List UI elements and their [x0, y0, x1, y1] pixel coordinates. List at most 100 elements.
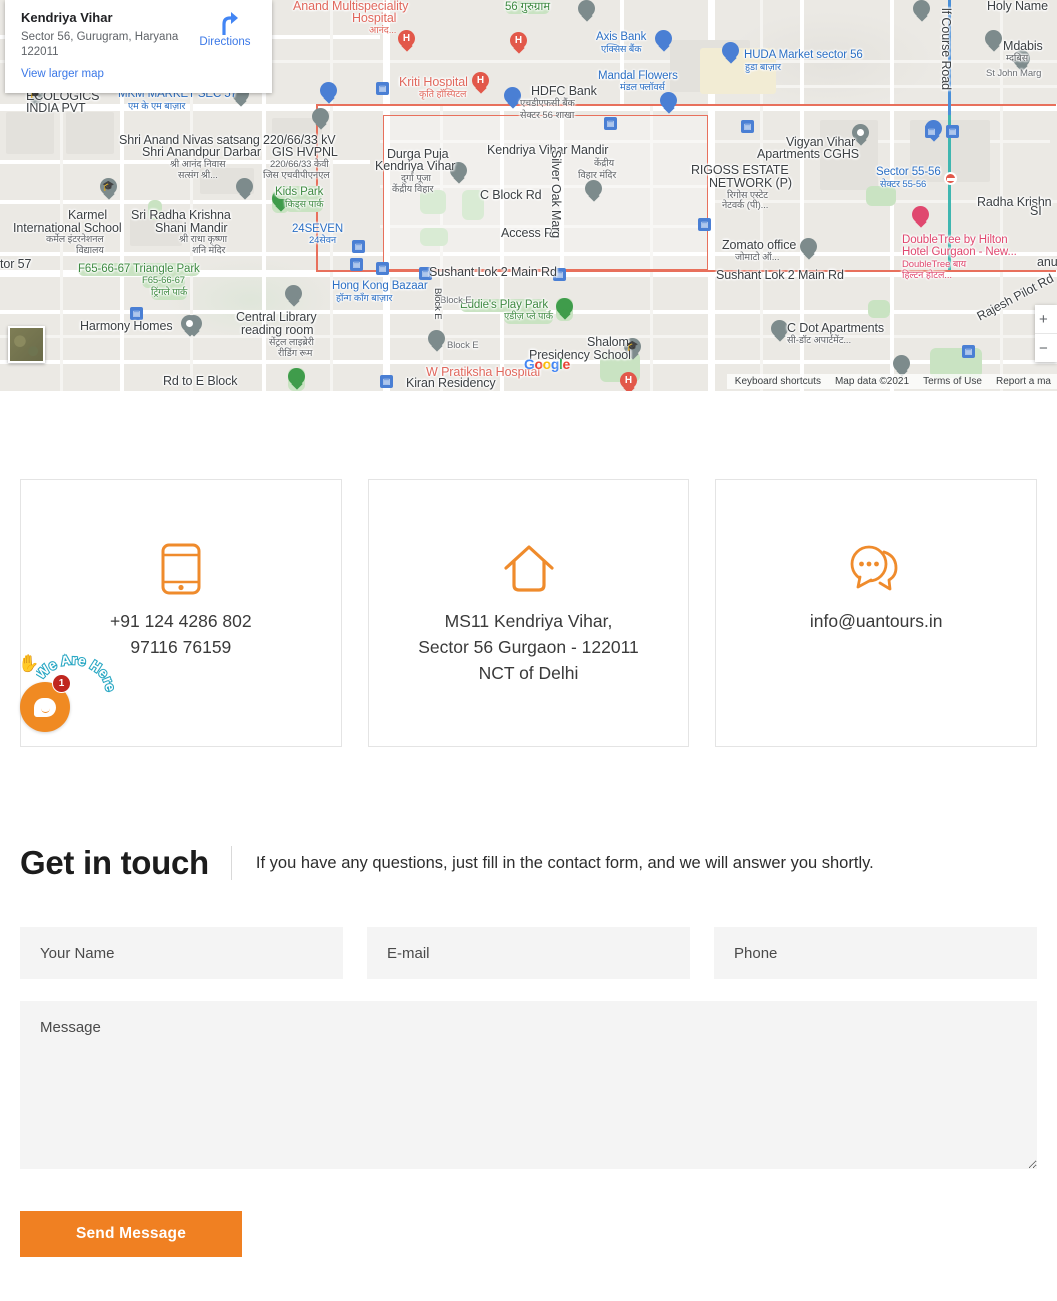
map-label: सत्संग श्री...: [178, 170, 218, 181]
directions-label: Directions: [199, 36, 251, 48]
directions-button[interactable]: Directions: [190, 10, 260, 48]
map-label: Block E: [447, 340, 479, 351]
map-label: मंडल फ्लॉवर्स: [620, 82, 665, 93]
map-container[interactable]: 🎓 H H H 🎓 🎓 H ▤ ▤ ▤ ▤ ▤ ▤ ▤ ▤ ▤ ▤ ▤ ▤ ▤ …: [0, 0, 1057, 391]
map-label: Karmel: [68, 208, 107, 222]
map-label: 24SEVEN: [292, 223, 344, 235]
zoom-in-button[interactable]: +: [1035, 305, 1057, 333]
map-pin-mkm-market[interactable]: [320, 82, 337, 105]
contact-form[interactable]: Send Message: [0, 927, 1057, 1257]
map-pin-hdfc-bank[interactable]: [504, 87, 521, 110]
map-label: GIS HVPNL: [272, 145, 338, 159]
map-pin-misc-5[interactable]: [913, 0, 930, 23]
map-label: Rd to E Block: [163, 374, 238, 388]
map-bus-stop-6[interactable]: ▤: [698, 218, 711, 231]
map-pin-kriti-hospital[interactable]: H: [472, 72, 489, 95]
map-label: हिल्टन होटल...: [902, 270, 952, 281]
report-map-error-link[interactable]: Report a ma: [996, 376, 1051, 387]
map-pin-misc-6[interactable]: [312, 108, 329, 131]
map-bus-stop-10[interactable]: ▤: [350, 258, 363, 271]
map-label: Holy Name: [987, 0, 1048, 13]
map-pin-eddies-play-park[interactable]: [556, 298, 573, 321]
map-pin-park-2[interactable]: [288, 368, 305, 391]
keyboard-shortcuts-link[interactable]: Keyboard shortcuts: [735, 376, 821, 387]
map-bus-stop-2[interactable]: ▤: [604, 117, 617, 130]
map-label: Sushant Lok 2 Main Rd: [716, 268, 844, 282]
message-textarea[interactable]: [20, 1001, 1037, 1169]
map-pin-doubletree[interactable]: [912, 206, 929, 229]
directions-arrow-icon: [190, 10, 260, 36]
email-address[interactable]: info@uantours.in: [810, 608, 943, 634]
waving-hand-icon: ✋: [18, 654, 40, 673]
map-label: म्दबिस: [1006, 53, 1029, 64]
map-pin-pratiksha-hospital[interactable]: H: [620, 372, 637, 391]
map-info-card[interactable]: Kendriya Vihar Sector 56, Gurugram, Hary…: [5, 0, 272, 93]
map-data-copyright: Map data ©2021: [834, 376, 910, 387]
phone-input[interactable]: [714, 927, 1037, 979]
map-attribution-bar: Keyboard shortcuts Map data ©2021 Terms …: [726, 374, 1057, 389]
map-label: DoubleTree by Hilton: [902, 234, 1008, 246]
contact-card-email: info@uantours.in: [715, 479, 1038, 747]
map-pin-karmel-school[interactable]: 🎓: [100, 178, 117, 201]
map-label: सेक्टर 55-56: [880, 179, 927, 190]
map-label: हुडा बाज़ार: [745, 62, 781, 73]
map-bus-stop-9[interactable]: ▤: [376, 262, 389, 275]
map-label: Mdabis: [1003, 39, 1043, 53]
map-label: Shani Mandir: [155, 221, 228, 235]
chat-widget[interactable]: ✋ We Are Here 1: [18, 646, 114, 738]
map-pin-cdot[interactable]: [771, 320, 788, 343]
map-label: हॉन्ग कॉंग बाज़ार: [336, 293, 393, 304]
zoom-out-button[interactable]: −: [1035, 334, 1057, 362]
map-label: Zomato office: [722, 238, 797, 252]
map-label: Kendriya Vihar Mandir: [487, 143, 609, 157]
map-label: Axis Bank: [596, 31, 647, 43]
map-label: शनि मंदिर: [192, 245, 226, 256]
map-bus-stop-5[interactable]: ▤: [946, 125, 959, 138]
map-label: Shri Anandpur Darbar: [142, 145, 261, 159]
page-title: Get in touch: [20, 844, 209, 881]
map-pin-hospital-2[interactable]: H: [510, 32, 527, 55]
map-pin-sector56[interactable]: [578, 0, 595, 23]
map-bus-stop-1[interactable]: ▤: [376, 82, 389, 95]
name-input[interactable]: [20, 927, 343, 979]
map-pin-mdabis[interactable]: [985, 30, 1002, 53]
map-label: रीडिंग रूम: [278, 348, 313, 359]
map-label: Hotel Gurgaon - New...: [902, 246, 1017, 258]
map-label: Kendriya Vihar: [375, 159, 456, 173]
map-pin-zomato[interactable]: [800, 238, 817, 261]
satellite-view-toggle[interactable]: [8, 326, 45, 363]
map-bus-stop-15[interactable]: ▤: [962, 345, 975, 358]
phone-line-2: 97116 76159: [130, 637, 232, 657]
address-line-3: NCT of Delhi: [478, 663, 579, 683]
map-bus-stop-4[interactable]: ▤: [925, 125, 938, 138]
map-label: St John Marg: [986, 68, 1042, 79]
map-label: Mandal Flowers: [598, 70, 678, 82]
map-street-silver-oak-marg: Silver Oak Marg: [549, 150, 563, 239]
map-bus-stop-3[interactable]: ▤: [741, 120, 754, 133]
map-bus-stop-13[interactable]: ▤: [352, 240, 365, 253]
map-label: किड्स पार्क: [285, 199, 324, 212]
map-zoom-controls[interactable]: + −: [1035, 305, 1057, 362]
map-label: Central Library: [236, 310, 317, 324]
map-label: नेटवर्क (पी)...: [722, 200, 769, 211]
email-input[interactable]: [367, 927, 690, 979]
map-label: जोमाटो ऑ...: [735, 252, 780, 263]
terms-of-use-link[interactable]: Terms of Use: [923, 376, 982, 387]
map-pin-shani-mandir[interactable]: [236, 178, 253, 201]
map-pin-mandal-flowers[interactable]: [660, 92, 677, 115]
map-pin-huda-market[interactable]: [722, 42, 739, 65]
map-label: Sri Radha Krishna: [131, 208, 231, 222]
map-label: NETWORK (P): [709, 176, 792, 190]
send-message-button[interactable]: Send Message: [20, 1211, 242, 1257]
map-pin-misc-1[interactable]: [428, 330, 445, 353]
map-label: Harmony Homes: [80, 319, 173, 333]
map-pin-central-library[interactable]: [285, 285, 302, 308]
map-pin-axis-bank[interactable]: [655, 30, 672, 53]
view-larger-map-link[interactable]: View larger map: [21, 68, 260, 80]
map-pin-mandir[interactable]: [585, 180, 602, 203]
map-bus-stop-12[interactable]: ▤: [380, 375, 393, 388]
map-street-block-e: Block E: [432, 288, 443, 320]
address-line-1: MS11 Kendriya Vihar,: [444, 611, 613, 631]
map-pin-anand-hospital[interactable]: H: [398, 30, 415, 53]
map-label: एडीज़ प्ले पार्क: [504, 311, 553, 324]
